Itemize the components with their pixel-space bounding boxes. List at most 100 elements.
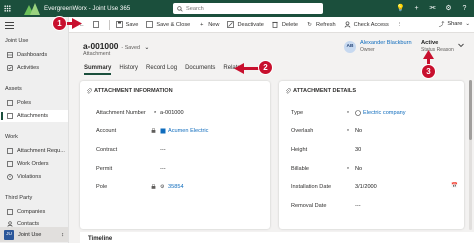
owner-name-link[interactable]: Alexander Blackburn <box>360 40 412 46</box>
sidebar-item-companies[interactable]: Companies <box>0 206 68 218</box>
overlash-toggle[interactable]: No <box>355 128 362 134</box>
save-close-icon <box>146 21 154 28</box>
sidebar-item-label: Poles <box>17 100 31 106</box>
field-label: Permit <box>96 166 113 172</box>
required-asterisk-icon: * <box>347 166 349 173</box>
tab-summary[interactable]: Summary <box>80 61 115 75</box>
nav-group-assets: Assets <box>5 86 22 92</box>
owner-label: Owner <box>360 47 375 53</box>
more-commands-button[interactable]: ⋮ <box>393 19 407 31</box>
pole-lookup-icon: ⚙ <box>160 184 165 190</box>
area-switcher[interactable]: JU Joint Use ↕ <box>0 227 68 242</box>
contract-lookup-input[interactable]: --- <box>160 147 166 153</box>
chevron-down-icon[interactable]: ⌄ <box>144 45 149 51</box>
sidebar-item-activities[interactable]: Activities <box>0 62 68 74</box>
more-icon: ⋮ <box>396 21 403 28</box>
help-icon[interactable]: ? <box>460 3 469 13</box>
check-access-button[interactable]: Check Access <box>340 19 393 31</box>
owner-field[interactable]: AB Alexander Blackburn Owner <box>344 40 412 53</box>
area-badge: JU <box>4 229 14 240</box>
workorder-icon <box>6 161 13 168</box>
sidebar-item-violations[interactable]: Violations <box>0 171 68 183</box>
timeline-section: Timeline <box>80 232 474 243</box>
new-button[interactable]: + New <box>194 19 223 31</box>
lightbulb-icon[interactable]: 💡 <box>396 3 405 13</box>
app-header: EvergreenWorx - Joint Use 365 💡 + ⫘ ⚙ ? <box>0 0 474 17</box>
form-scrollbar[interactable] <box>469 80 472 230</box>
field-label: Installation Date <box>291 184 332 190</box>
tab-record-log[interactable]: Record Log <box>142 61 181 75</box>
field-contract: Contract --- <box>96 145 266 155</box>
check-access-icon <box>344 21 351 28</box>
tab-history[interactable]: History <box>115 61 142 75</box>
search-icon <box>177 5 183 12</box>
lock-icon <box>151 184 156 189</box>
evergreenworx-logo <box>24 2 40 15</box>
app-launcher-icon[interactable] <box>0 0 14 17</box>
attachment-icon <box>6 113 13 120</box>
sidebar-item-work-orders[interactable]: Work Orders <box>0 158 68 170</box>
sidebar-item-label: Companies <box>17 209 46 215</box>
hamburger-icon[interactable] <box>5 22 14 30</box>
save-button[interactable]: Save <box>112 19 143 31</box>
field-label: Account <box>96 128 117 134</box>
request-icon <box>6 148 13 155</box>
pole-lookup-link[interactable]: 35854 <box>168 184 184 190</box>
lock-icon <box>151 128 156 133</box>
search-box[interactable] <box>173 3 323 14</box>
deactivate-button[interactable]: Deactivate <box>223 19 267 31</box>
field-type: Type * Electric company <box>291 108 461 118</box>
attachment-number-input[interactable]: a-001000 <box>160 110 184 116</box>
field-installation-date: Installation Date 3/1/2000 📅 <box>291 182 461 192</box>
trash-icon <box>272 21 279 28</box>
pole-icon <box>6 100 13 107</box>
account-lookup-link[interactable]: Acumen Electric <box>168 128 208 134</box>
dashboard-icon <box>6 52 13 59</box>
field-label: Billable <box>291 166 310 172</box>
avatar: AB <box>344 40 356 53</box>
sidebar-item-dashboards[interactable]: Dashboards <box>0 49 68 61</box>
field-removal-date: Removal Date --- <box>291 201 461 211</box>
field-label: Pole <box>96 184 108 190</box>
search-input[interactable] <box>186 5 316 12</box>
share-button[interactable]: ⤴ Share ⌄ <box>439 20 470 28</box>
refresh-button[interactable]: ↻ Refresh <box>302 19 340 31</box>
nav-area-title: Joint Use <box>5 38 29 44</box>
save-status: - Saved <box>121 45 140 51</box>
permit-lookup-input[interactable]: --- <box>160 166 166 172</box>
removal-date-input[interactable]: --- <box>355 203 361 209</box>
field-label: Overlash <box>291 128 314 134</box>
save-close-button[interactable]: Save & Close <box>142 19 194 31</box>
sidebar-item-label: Attachments <box>17 113 49 119</box>
billable-toggle[interactable]: No <box>355 166 362 172</box>
record-title: a-001000- Saved ⌄ <box>83 41 150 51</box>
section-title: ATTACHMENT DETAILS <box>293 88 357 94</box>
callout-2: 2 <box>258 60 273 75</box>
sidebar-item-attachments[interactable]: Attachments <box>0 110 68 122</box>
tab-documents[interactable]: Documents <box>181 61 219 75</box>
calendar-icon[interactable]: 📅 <box>451 183 458 189</box>
settings-icon[interactable]: ⚙ <box>444 3 453 13</box>
add-icon[interactable]: + <box>412 3 421 13</box>
field-label: Type <box>291 110 304 116</box>
attachment-information-section: ATTACHMENT INFORMATION Attachment Number… <box>80 81 270 229</box>
sidebar-item-poles[interactable]: Poles <box>0 97 68 109</box>
type-lookup-link[interactable]: Electric company <box>363 110 406 116</box>
popout-button[interactable] <box>89 19 107 31</box>
sidebar-item-attachment-requests[interactable]: Attachment Requ... <box>0 145 68 157</box>
app-title[interactable]: EvergreenWorx - Joint Use 365 <box>44 5 130 12</box>
field-label: Contract <box>96 147 118 153</box>
filter-icon[interactable]: ⫘ <box>428 3 437 13</box>
expand-header-chevron-icon[interactable] <box>457 41 465 49</box>
plus-icon: + <box>200 21 204 28</box>
paperclip-icon <box>86 88 92 94</box>
installation-date-input[interactable]: 3/1/2000 <box>355 184 377 190</box>
record-tabs: Summary History Record Log Documents Rel… <box>80 61 255 75</box>
command-bar: ← Save Save & Close + New Deactivate Dele… <box>69 17 474 33</box>
field-label: Height <box>291 147 308 153</box>
delete-button[interactable]: Delete <box>268 19 302 31</box>
sidebar-item-label: Attachment Requ... <box>17 148 65 154</box>
required-asterisk-icon: * <box>347 110 349 117</box>
deactivate-icon <box>227 21 235 28</box>
height-input[interactable]: 30 <box>355 147 361 153</box>
